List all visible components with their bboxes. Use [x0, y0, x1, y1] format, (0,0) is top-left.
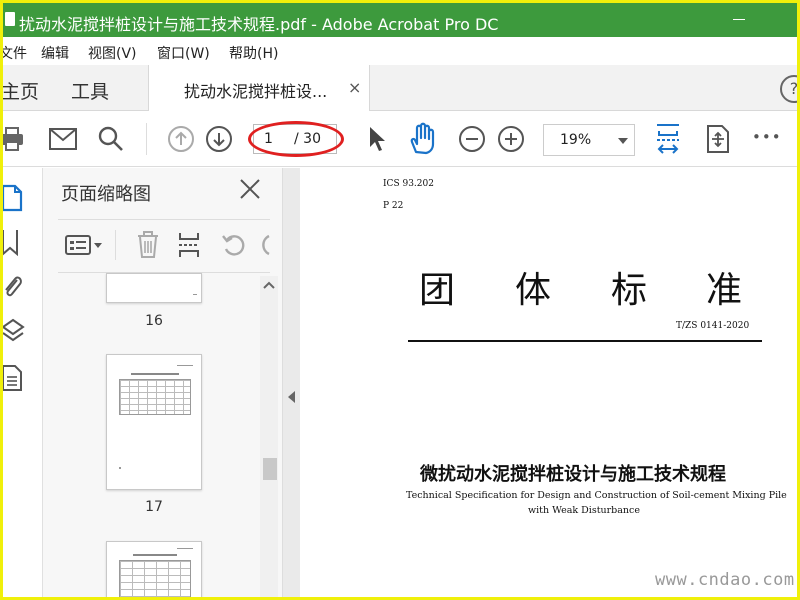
- search-icon[interactable]: [98, 126, 124, 152]
- standard-number: T/ZS 0141-2020: [676, 321, 750, 331]
- zoom-in-icon[interactable]: [497, 125, 525, 153]
- chevron-left-icon: [288, 391, 295, 403]
- document-title-cn: 微扰动水泥搅拌桩设计与施工技术规程: [420, 464, 726, 485]
- tab-tools[interactable]: 工具: [71, 77, 109, 104]
- document-tab-label: 扰动水泥搅拌桩设...: [184, 82, 328, 101]
- next-page-icon[interactable]: [205, 125, 233, 153]
- heading-char: 准: [706, 270, 743, 311]
- previous-page-icon[interactable]: [167, 125, 195, 153]
- thumbnail-label: 17: [145, 499, 163, 515]
- page-thumbnail-16[interactable]: [106, 273, 202, 303]
- header-rule: [408, 340, 762, 342]
- rotate-counterclockwise-icon[interactable]: [221, 232, 247, 258]
- close-icon[interactable]: ×: [348, 78, 361, 97]
- panel-toolbar-divider: [115, 230, 116, 260]
- tab-bar: 主页 工具 扰动水泥搅拌桩设... × ?: [3, 65, 797, 111]
- hand-icon[interactable]: [407, 122, 439, 156]
- window-title: 扰动水泥搅拌桩设计与施工技术规程.pdf - Adobe Acrobat Pro…: [19, 15, 499, 34]
- thumbnail-scrollbar[interactable]: [260, 276, 278, 597]
- toolbar-divider: [146, 123, 147, 155]
- tab-home[interactable]: 主页: [3, 77, 39, 104]
- toolbar: 1 / 30 19% •••: [3, 111, 797, 167]
- menu-view[interactable]: 视图(V): [88, 43, 137, 63]
- acrobat-window: 扰动水泥搅拌桩设计与施工技术规程.pdf - Adobe Acrobat Pro…: [3, 3, 797, 597]
- rotate-clockwise-icon[interactable]: [259, 232, 271, 258]
- navigation-rail: [3, 168, 43, 597]
- thumbnail-label: 16: [145, 313, 163, 329]
- screen: { "window": { "title": "扰动水泥搅拌桩设计与施工技术规程…: [0, 0, 800, 600]
- heading-char: 标: [611, 270, 648, 311]
- page-thumbnail-18[interactable]: [106, 541, 202, 597]
- layers-icon[interactable]: [3, 318, 25, 346]
- email-icon[interactable]: [49, 128, 77, 150]
- pages-icon[interactable]: [3, 184, 23, 212]
- document-title-en-line2: with Weak Disturbance: [528, 505, 640, 516]
- bookmark-icon[interactable]: [3, 228, 21, 256]
- watermark: www.cndao.com: [655, 570, 795, 590]
- scroll-mode-icon[interactable]: [705, 124, 731, 154]
- insert-page-icon[interactable]: [177, 231, 201, 259]
- document-view[interactable]: ICS 93.202 P 22 团 体 标 准 T/ZS 0141-2020 微…: [300, 168, 797, 597]
- menu-file[interactable]: 文件: [3, 43, 27, 63]
- select-cursor-icon[interactable]: [367, 125, 387, 153]
- more-icon[interactable]: •••: [752, 128, 782, 146]
- help-icon[interactable]: ?: [780, 75, 797, 103]
- title-bar: 扰动水泥搅拌桩设计与施工技术规程.pdf - Adobe Acrobat Pro…: [3, 3, 797, 37]
- heading-char: 团: [419, 270, 456, 311]
- minimize-button[interactable]: [733, 19, 745, 20]
- thumbnails-panel: 页面缩略图 16 17: [43, 168, 283, 597]
- ics-code: ICS 93.202: [383, 179, 434, 189]
- panel-divider: [58, 219, 270, 220]
- page-thumbnail-17[interactable]: [106, 354, 202, 490]
- chevron-down-icon: [618, 138, 628, 144]
- panel-title: 页面缩略图: [61, 184, 151, 205]
- close-icon[interactable]: [239, 178, 261, 200]
- trash-icon[interactable]: [137, 231, 159, 259]
- scrollbar-thumb[interactable]: [263, 458, 277, 480]
- menu-bar: 文件 编辑 视图(V) 窗口(W) 帮助(H): [3, 37, 797, 65]
- thumbnail-options-icon[interactable]: [65, 234, 103, 256]
- attachment-icon[interactable]: [3, 272, 23, 300]
- acrobat-app-icon: [5, 12, 15, 26]
- fit-page-icon[interactable]: [655, 123, 681, 155]
- heading-char: 体: [515, 270, 552, 311]
- zoom-value: 19%: [560, 132, 592, 148]
- tab-document[interactable]: 扰动水泥搅拌桩设... ×: [148, 65, 370, 111]
- red-annotation-ellipse: [248, 121, 344, 157]
- print-icon[interactable]: [3, 126, 25, 152]
- document-icon[interactable]: [3, 364, 23, 392]
- menu-edit[interactable]: 编辑: [41, 43, 69, 63]
- document-title-en-line1: Technical Specification for Design and C…: [406, 490, 787, 501]
- menu-window[interactable]: 窗口(W): [157, 43, 210, 63]
- zoom-out-icon[interactable]: [458, 125, 486, 153]
- menu-help[interactable]: 帮助(H): [229, 43, 278, 63]
- p-code: P 22: [383, 201, 404, 211]
- chevron-up-icon[interactable]: [263, 280, 275, 290]
- panel-collapse-handle[interactable]: [283, 168, 300, 597]
- zoom-select[interactable]: 19%: [543, 124, 635, 156]
